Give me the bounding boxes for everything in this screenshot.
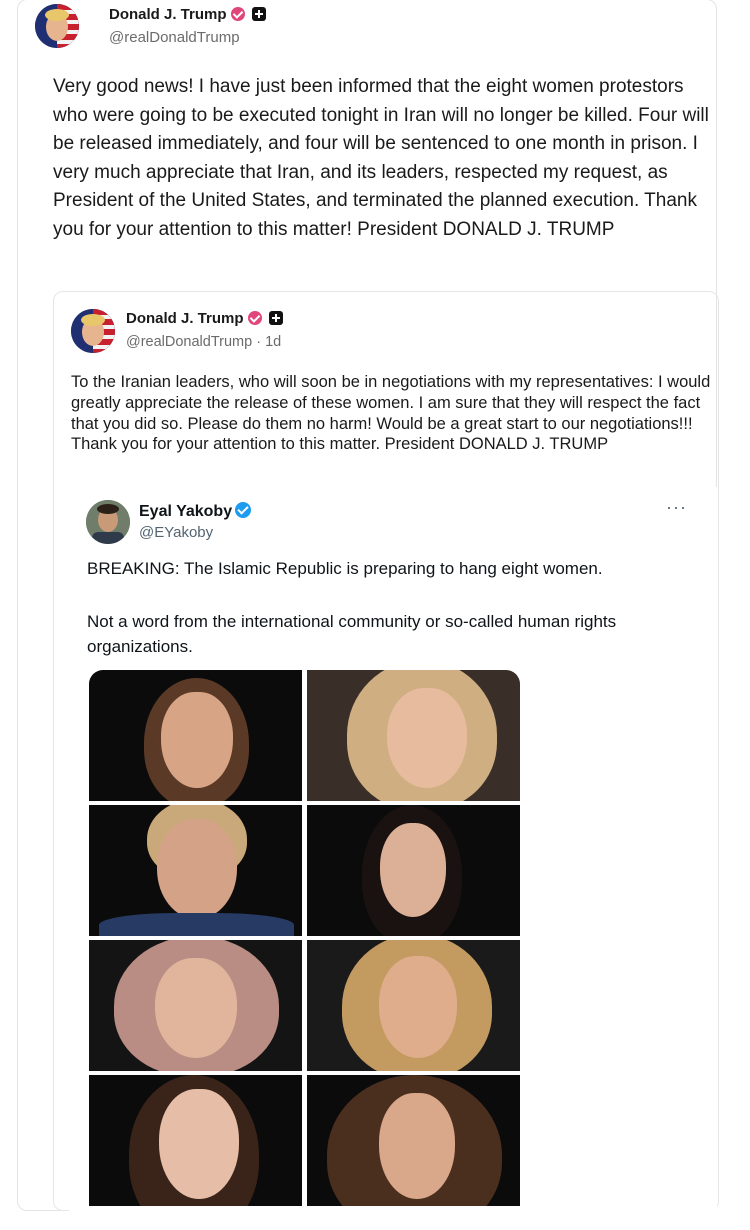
quoted-author-name-row: Donald J. Trump (126, 310, 283, 327)
embedded-author-avatar (86, 500, 130, 544)
author-handle[interactable]: @realDonaldTrump (109, 29, 240, 46)
embedded-tweet-line-1: BREAKING: The Islamic Republic is prepar… (87, 559, 603, 578)
quoted-author-avatar[interactable] (71, 309, 115, 353)
author-name[interactable]: Donald J. Trump (109, 6, 227, 23)
portrait-photo-4 (307, 805, 520, 936)
quoted-author-handle[interactable]: @realDonaldTrump · 1d (126, 334, 281, 350)
portrait-photo-6 (307, 940, 520, 1071)
quoted-post-text: To the Iranian leaders, who will soon be… (71, 373, 711, 454)
plus-badge-icon (268, 311, 283, 325)
plus-badge-icon (251, 7, 266, 21)
portrait-photo-7 (89, 1075, 302, 1206)
author-avatar[interactable] (35, 4, 79, 48)
embedded-author-name-row: Eyal Yakoby (139, 502, 252, 521)
post-card: Donald J. Trump @realDonaldTrump Very go… (17, 0, 719, 1230)
post-text: Very good news! I have just been informe… (53, 76, 709, 240)
portrait-photo-1 (89, 670, 302, 801)
blue-verified-icon (235, 502, 252, 518)
quoted-post[interactable]: Donald J. Trump @realDonaldTrump · 1d To… (53, 291, 719, 1230)
embedded-tweet-line-2: Not a word from the international commun… (87, 612, 617, 656)
portrait-photo-2 (307, 670, 520, 801)
women-photo-grid (89, 670, 520, 1230)
portrait-photo-8 (307, 1075, 520, 1206)
more-options-icon: ··· (666, 497, 687, 517)
author-name-row: Donald J. Trump (109, 6, 266, 23)
verified-check-icon (230, 7, 245, 21)
embedded-author-name: Eyal Yakoby (139, 503, 233, 520)
embedded-author-handle: @EYakoby (139, 524, 214, 541)
portrait-photo-5 (89, 940, 302, 1071)
embedded-tweet-image[interactable]: Eyal Yakoby @EYakoby ··· BREAKING: The I… (69, 487, 717, 1230)
portrait-photo-3 (89, 805, 302, 936)
verified-check-icon (247, 311, 262, 325)
quoted-author-name[interactable]: Donald J. Trump (126, 310, 244, 327)
